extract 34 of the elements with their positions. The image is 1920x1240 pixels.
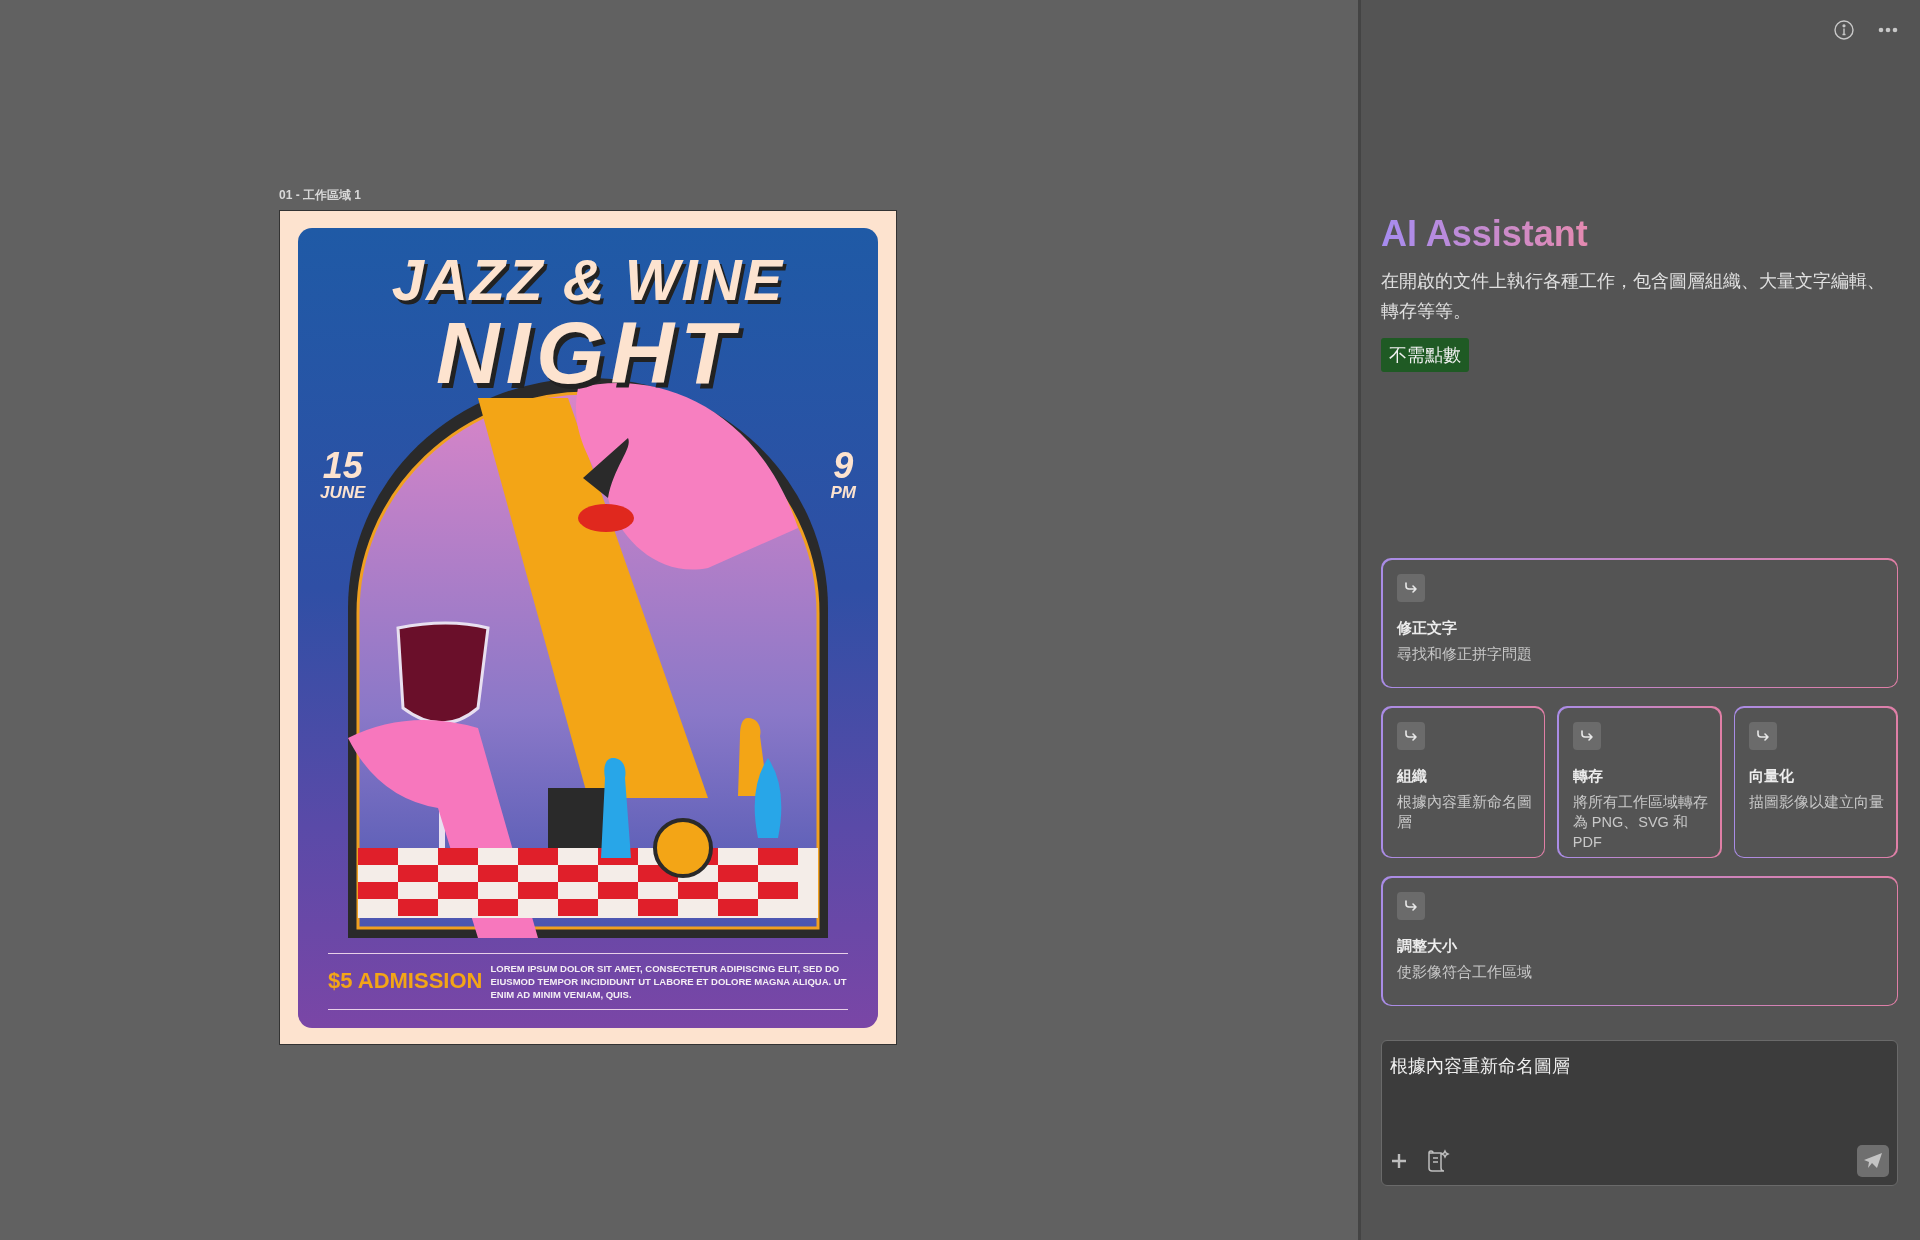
- suggestion-title: 轉存: [1572, 765, 1604, 786]
- plus-icon[interactable]: [1390, 1152, 1408, 1170]
- time-hour: 9: [833, 447, 854, 484]
- suggestion-card[interactable]: 組織 根據內容重新命名圖層: [1381, 706, 1546, 858]
- suggestion-card[interactable]: 向量化 描圖影像以建立向量: [1733, 706, 1898, 858]
- suggestion-card[interactable]: 轉存 將所有工作區域轉存為 PNG、SVG 和 PDF: [1557, 706, 1722, 858]
- suggestion-description: 使影像符合工作區域: [1396, 962, 1533, 982]
- suggestion-title: 組織: [1396, 765, 1428, 786]
- prompt-text: 根據內容重新命名圖層: [1390, 1055, 1571, 1078]
- suggestion-title: 調整大小: [1396, 935, 1458, 956]
- scroll-sparkle-icon[interactable]: [1426, 1148, 1450, 1174]
- panel-description: 在開啟的文件上執行各種工作，包含圖層組織、大量文字編輯、轉存等等。: [1381, 270, 1886, 323]
- poster-body-text: LOREM IPSUM DOLOR SIT AMET, CONSECTETUR ADIPISCING ELIT, SED DO EIUSMOD TEMPOR INCIDIDUNT UT LABORE ET DOLORE MAGNA ALIQUA. UT ENIM AD MINIM VENIAM, QUIS.: [490, 961, 848, 1001]
- credits-badge: 不需點數: [1381, 338, 1469, 372]
- suggestion-title: 向量化: [1749, 765, 1796, 786]
- time-suffix: PM: [830, 483, 856, 502]
- suggestion-description: 根據內容重新命名圖層: [1396, 792, 1533, 832]
- date-day: 15: [322, 447, 363, 484]
- suggestion-description: 尋找和修正拼字問題: [1396, 644, 1533, 664]
- artboard-label: 01 - 工作區域 1: [279, 187, 363, 204]
- admission-text: $5 ADMISSION: [328, 969, 483, 993]
- suggestion-title: 修正文字: [1396, 617, 1458, 638]
- suggestion-card[interactable]: 調整大小 使影像符合工作區域: [1381, 876, 1898, 1006]
- more-icon[interactable]: [1878, 27, 1898, 33]
- date-month: JUNE: [320, 483, 366, 502]
- send-icon: [1863, 1152, 1883, 1170]
- send-button[interactable]: [1857, 1145, 1889, 1177]
- suggestion-description: 描圖影像以建立向量: [1749, 792, 1886, 812]
- poster-title-top: JAZZ & WINE: [391, 249, 785, 310]
- suggestion-card[interactable]: 修正文字 尋找和修正拼字問題: [1381, 558, 1898, 688]
- suggestion-description: 將所有工作區域轉存為 PNG、SVG 和 PDF: [1572, 792, 1709, 852]
- prompt-field[interactable]: 根據內容重新命名圖層: [1381, 1040, 1898, 1186]
- poster-title-main: NIGHT: [436, 309, 740, 396]
- info-icon[interactable]: [1834, 20, 1854, 40]
